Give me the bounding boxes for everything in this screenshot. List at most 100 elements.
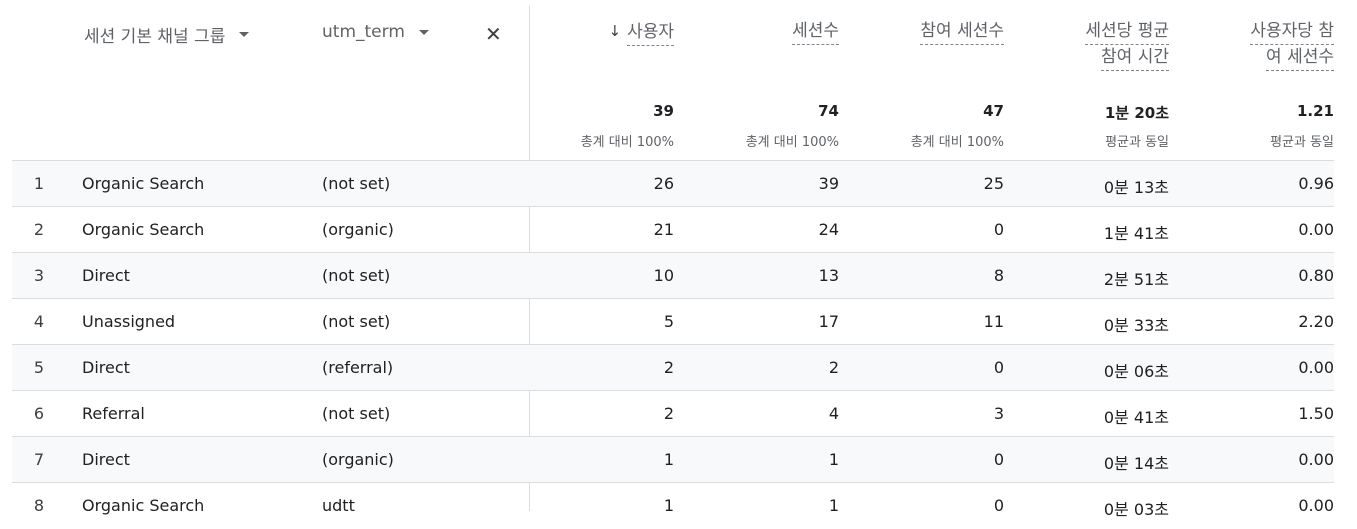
- cell-engaged: 11: [983, 312, 1004, 331]
- cell-per_user: 0.00: [1298, 450, 1334, 469]
- cell-engaged: 25: [983, 174, 1004, 193]
- table-row[interactable]: 3 Direct (not set) 10 13 8 2분 51초 0.80: [12, 252, 1334, 299]
- cell-avg_time: 2분 51초: [1103, 270, 1169, 289]
- cell-engaged: 0: [993, 450, 1004, 469]
- cell-per_user: 1.50: [1298, 404, 1334, 423]
- row-rank: 4: [33, 312, 44, 331]
- cell-utm-term: (not set): [322, 174, 391, 193]
- cell-per_user: 0.80: [1298, 266, 1334, 285]
- cell-channel-group: Direct: [82, 358, 130, 377]
- cell-avg_time: 0분 06초: [1103, 362, 1169, 381]
- cell-sessions: 24: [818, 220, 839, 239]
- metric-total-avg_time: 1분 20초: [1104, 104, 1169, 122]
- metric-total-subtext: 총계 대비 100%: [580, 135, 674, 150]
- cell-channel-group: Organic Search: [82, 496, 205, 515]
- cell-channel-group: Direct: [82, 450, 130, 469]
- cell-sessions: 1: [828, 496, 839, 515]
- cell-channel-group: Organic Search: [82, 174, 205, 193]
- metric-total-sessions: 74: [818, 102, 839, 120]
- cell-engaged: 0: [993, 358, 1004, 377]
- table-row[interactable]: 6 Referral (not set) 2 4 3 0분 41초 1.50: [12, 390, 1334, 437]
- report-table: 세션 기본 채널 그룹 utm_term ✕ ↓ 사용자 39 총계 대비 100% 세…: [0, 0, 1357, 519]
- table-row[interactable]: 7 Direct (organic) 1 1 0 0분 14초 0.00: [12, 436, 1334, 483]
- row-rank: 5: [33, 358, 44, 377]
- table-row[interactable]: 2 Organic Search (organic) 21 24 0 1분 41초 0.00: [12, 206, 1334, 253]
- cell-utm-term: (referral): [322, 358, 394, 377]
- cell-utm-term: (not set): [322, 312, 391, 331]
- cell-users: 1: [663, 450, 674, 469]
- cell-sessions: 13: [818, 266, 839, 285]
- cell-users: 2: [663, 358, 674, 377]
- metric-header-label: 참여 시간: [1101, 45, 1169, 71]
- table-row[interactable]: 1 Organic Search (not set) 26 39 25 0분 13초 0.96: [12, 160, 1334, 207]
- cell-sessions: 4: [828, 404, 839, 423]
- metric-total-users: 39: [653, 102, 674, 120]
- metric-header-label: 여 세션수: [1266, 45, 1334, 71]
- cell-engaged: 0: [993, 496, 1004, 515]
- cell-per_user: 2.20: [1298, 312, 1334, 331]
- row-rank: 8: [33, 496, 44, 515]
- metric-header-avg_time[interactable]: 세션당 평균 참여 시간: [1019, 19, 1169, 71]
- cell-per_user: 0.00: [1298, 220, 1334, 239]
- secondary-dimension-selector[interactable]: utm_term: [322, 22, 429, 42]
- row-rank: 3: [33, 266, 44, 285]
- cell-avg_time: 1분 41초: [1103, 224, 1169, 243]
- metric-total-subtext: 총계 대비 100%: [910, 135, 1004, 150]
- cell-engaged: 8: [993, 266, 1004, 285]
- cell-avg_time: 0분 41초: [1103, 408, 1169, 427]
- cell-utm-term: (not set): [322, 404, 391, 423]
- cell-users: 21: [653, 220, 674, 239]
- metric-total-subtext: 평균과 동일: [1105, 135, 1169, 150]
- table-row[interactable]: 8 Organic Search udtt 1 1 0 0분 03초 0.00: [12, 482, 1334, 529]
- cell-engaged: 3: [993, 404, 1004, 423]
- cell-avg_time: 0분 13초: [1103, 178, 1169, 197]
- row-rank: 7: [33, 450, 44, 469]
- metric-total-subtext: 평균과 동일: [1270, 135, 1334, 150]
- caret-down-icon[interactable]: [418, 29, 429, 35]
- metric-header-label: 사용자: [627, 20, 674, 46]
- cell-users: 2: [663, 404, 674, 423]
- metric-header-per_user[interactable]: 사용자당 참여 세션수: [1184, 19, 1334, 71]
- table-row[interactable]: 4 Unassigned (not set) 5 17 11 0분 33초 2.20: [12, 298, 1334, 345]
- metric-total-subtext: 총계 대비 100%: [745, 135, 839, 150]
- cell-utm-term: udtt: [322, 496, 355, 515]
- primary-dimension-selector[interactable]: 세션 기본 채널 그룹: [84, 22, 250, 47]
- metric-header-label: 사용자당 참: [1250, 19, 1334, 45]
- metric-header-label: 참여 세션수: [920, 19, 1004, 45]
- cell-channel-group: Unassigned: [82, 312, 176, 331]
- metric-header-label: 세션당 평균: [1085, 19, 1169, 45]
- cell-users: 26: [653, 174, 674, 193]
- cell-utm-term: (not set): [322, 266, 391, 285]
- cell-users: 10: [653, 266, 674, 285]
- cell-utm-term: (organic): [322, 220, 394, 239]
- row-rank: 2: [33, 220, 44, 239]
- cell-sessions: 17: [818, 312, 839, 331]
- row-rank: 6: [33, 404, 44, 423]
- secondary-dimension-label: utm_term: [322, 22, 405, 42]
- caret-down-icon[interactable]: [239, 32, 250, 37]
- primary-dimension-label: 세션 기본 채널 그룹: [84, 27, 226, 47]
- close-icon[interactable]: ✕: [485, 22, 502, 46]
- cell-engaged: 0: [993, 220, 1004, 239]
- metric-total-per_user: 1.21: [1296, 102, 1334, 120]
- cell-sessions: 2: [828, 358, 839, 377]
- table-row[interactable]: 5 Direct (referral) 2 2 0 0분 06초 0.00: [12, 344, 1334, 391]
- metric-header-label: 세션수: [792, 19, 839, 45]
- cell-sessions: 1: [828, 450, 839, 469]
- metric-header-engaged[interactable]: 참여 세션수: [854, 19, 1004, 45]
- cell-users: 5: [663, 312, 674, 331]
- row-rank: 1: [33, 174, 44, 193]
- cell-avg_time: 0분 14초: [1103, 454, 1169, 473]
- cell-avg_time: 0분 03초: [1103, 500, 1169, 519]
- cell-per_user: 0.00: [1298, 358, 1334, 377]
- cell-per_user: 0.96: [1298, 174, 1334, 193]
- cell-utm-term: (organic): [322, 450, 394, 469]
- cell-channel-group: Organic Search: [82, 220, 205, 239]
- cell-users: 1: [663, 496, 674, 515]
- metric-header-users[interactable]: ↓ 사용자: [524, 19, 674, 46]
- cell-avg_time: 0분 33초: [1103, 316, 1169, 335]
- arrow-down-icon[interactable]: ↓: [609, 19, 622, 43]
- metric-header-sessions[interactable]: 세션수: [689, 19, 839, 45]
- cell-channel-group: Direct: [82, 266, 130, 285]
- cell-channel-group: Referral: [82, 404, 145, 423]
